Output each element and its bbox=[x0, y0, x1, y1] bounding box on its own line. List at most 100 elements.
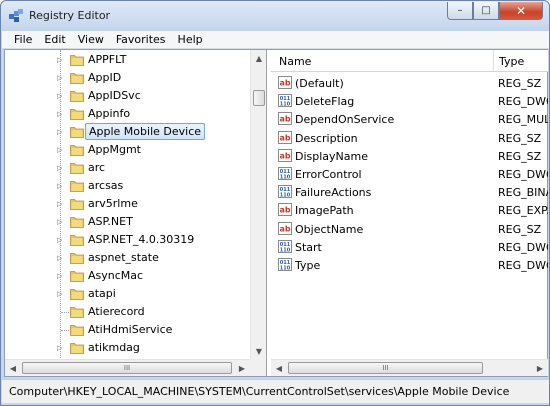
expand-arrow-icon[interactable]: ▷ bbox=[57, 344, 64, 352]
svg-text:ab: ab bbox=[279, 115, 290, 124]
tree-vertical-scroll-thumb[interactable] bbox=[253, 90, 265, 106]
tree-item[interactable]: ▷ arv5rlme bbox=[5, 195, 250, 213]
value-type: REG_DWORD bbox=[498, 95, 548, 109]
tree-item[interactable]: ▷ ASP.NET bbox=[5, 213, 250, 231]
expand-arrow-icon[interactable]: ▷ bbox=[57, 290, 64, 298]
value-row[interactable]: ab DependOnService REG_MULTI_SZ bbox=[271, 110, 548, 128]
expand-arrow-icon[interactable]: ▷ bbox=[57, 110, 64, 118]
value-row[interactable]: 011110ErrorControl REG_DWORD bbox=[271, 165, 548, 183]
tree-vertical-scrollbar[interactable]: ▲ ▼ bbox=[250, 50, 266, 359]
menu-favorites[interactable]: Favorites bbox=[110, 33, 172, 46]
tree-item-label[interactable]: arc bbox=[88, 161, 105, 174]
value-row[interactable]: 011110Start REG_DWORD bbox=[271, 238, 548, 256]
tree-item-label[interactable]: arcsas bbox=[88, 179, 123, 192]
menu-file[interactable]: File bbox=[8, 33, 38, 46]
folder-icon bbox=[70, 91, 84, 102]
tree-item[interactable]: ▷ ASP.NET_4.0.30319 bbox=[5, 231, 250, 249]
tree-item-label[interactable]: ASP.NET bbox=[88, 215, 133, 228]
value-type: REG_DWORD bbox=[498, 259, 548, 272]
value-type: REG_MULTI_SZ bbox=[498, 113, 548, 127]
scroll-left-arrow-icon[interactable]: ◀ bbox=[5, 360, 21, 376]
tree-item[interactable]: ▷ AppIDSvc bbox=[5, 87, 250, 105]
expand-arrow-icon[interactable]: ▷ bbox=[57, 74, 64, 82]
tree-item-label[interactable]: AppID bbox=[88, 71, 121, 84]
title-bar[interactable]: Registry Editor – □ ✕ bbox=[1, 1, 549, 31]
menu-view[interactable]: View bbox=[72, 33, 110, 46]
expand-arrow-icon[interactable]: ▷ bbox=[57, 182, 64, 190]
column-separator[interactable] bbox=[493, 50, 494, 72]
menu-help[interactable]: Help bbox=[172, 33, 209, 46]
value-name: Start bbox=[295, 240, 322, 254]
expand-arrow-icon[interactable]: ▷ bbox=[57, 272, 64, 280]
expand-arrow-icon[interactable]: ▷ bbox=[57, 164, 64, 172]
tree-item-label[interactable]: arv5rlme bbox=[88, 197, 138, 210]
tree-item[interactable]: ▷ Appinfo bbox=[5, 105, 250, 123]
value-row[interactable]: ab DisplayName REG_SZ bbox=[271, 147, 548, 165]
tree-horizontal-scrollbar[interactable]: ◀ III ▶ bbox=[5, 359, 250, 376]
tree-item[interactable]: ▷ arc bbox=[5, 159, 250, 177]
tree-item[interactable]: ▷ aspnet_state bbox=[5, 249, 250, 267]
tree-item[interactable]: ▷ atikmdag bbox=[5, 339, 250, 357]
tree-item-label[interactable]: AppMgmt bbox=[88, 143, 141, 156]
tree-item-label[interactable]: Atierecord bbox=[88, 305, 145, 318]
value-row[interactable]: 011110DeleteFlag REG_DWORD bbox=[271, 92, 548, 110]
expand-arrow-icon[interactable]: ▷ bbox=[57, 56, 64, 64]
expand-arrow-icon[interactable]: ▷ bbox=[57, 146, 64, 154]
value-type: REG_DWORD bbox=[498, 168, 548, 181]
expand-arrow-icon[interactable]: ▷ bbox=[57, 128, 64, 136]
tree-item-label[interactable]: AtiHdmiService bbox=[88, 323, 172, 336]
tree-item-label[interactable]: Appinfo bbox=[88, 107, 130, 120]
value-name: ErrorControl bbox=[295, 168, 362, 181]
tree-item[interactable]: ▷ AppID bbox=[5, 69, 250, 87]
expand-arrow-icon[interactable]: ▷ bbox=[57, 254, 64, 262]
svg-text:110: 110 bbox=[280, 193, 291, 199]
folder-icon bbox=[70, 163, 84, 174]
tree-item-label[interactable]: aspnet_state bbox=[88, 251, 159, 264]
value-row[interactable]: ab (Default) REG_SZ bbox=[271, 74, 548, 92]
scroll-down-arrow-icon[interactable]: ▼ bbox=[251, 343, 266, 359]
menu-edit[interactable]: Edit bbox=[38, 33, 71, 46]
scroll-up-arrow-icon[interactable]: ▲ bbox=[251, 50, 266, 66]
expand-arrow-icon[interactable]: ▷ bbox=[57, 200, 64, 208]
tree-horizontal-scroll-thumb[interactable]: III bbox=[22, 362, 232, 374]
minimize-button[interactable]: – bbox=[447, 2, 473, 20]
binary-value-icon: 011110 bbox=[278, 239, 292, 253]
tree-item[interactable]: ▷ Apple Mobile Device bbox=[5, 123, 250, 141]
values-horizontal-scroll-thumb[interactable]: III bbox=[288, 362, 483, 374]
value-row[interactable]: ab Description REG_SZ bbox=[271, 129, 548, 147]
tree-item-label-selected[interactable]: Apple Mobile Device bbox=[85, 123, 206, 140]
expand-arrow-icon[interactable]: ▷ bbox=[57, 218, 64, 226]
tree-item[interactable]: ▷ AppMgmt bbox=[5, 141, 250, 159]
tree-item-label[interactable]: AppIDSvc bbox=[88, 89, 141, 102]
key-tree-pane: ▷ APPFLT ▷ AppID ▷ AppIDSvc ▷ Appinfo ▷ Apple Mob… bbox=[5, 50, 267, 376]
close-button[interactable]: ✕ bbox=[499, 2, 543, 20]
scroll-left-arrow-icon[interactable]: ◀ bbox=[271, 360, 287, 376]
tree-item[interactable]: AtiHdmiService bbox=[5, 321, 250, 339]
tree-item-label[interactable]: AsyncMac bbox=[88, 269, 143, 282]
value-name: DependOnService bbox=[295, 113, 395, 127]
value-row[interactable]: 011110Type REG_DWORD bbox=[271, 256, 548, 274]
column-header-type[interactable]: Type bbox=[499, 55, 524, 68]
tree-item[interactable]: ▷ AsyncMac bbox=[5, 267, 250, 285]
column-header-name[interactable]: Name bbox=[279, 55, 311, 68]
tree-item[interactable]: ▷ atapi bbox=[5, 285, 250, 303]
tree-item-label[interactable]: atikmdag bbox=[88, 341, 140, 354]
tree-item[interactable]: ▷ arcsas bbox=[5, 177, 250, 195]
tree-item-label[interactable]: ASP.NET_4.0.30319 bbox=[88, 233, 194, 246]
expand-arrow-icon[interactable]: ▷ bbox=[57, 92, 64, 100]
value-row[interactable]: ab ImagePath REG_EXPAND_SZ bbox=[271, 201, 548, 219]
values-horizontal-scrollbar[interactable]: ◀ III ▶ bbox=[271, 359, 548, 376]
string-value-icon: ab bbox=[278, 148, 292, 162]
tree-item-label[interactable]: APPFLT bbox=[88, 53, 126, 66]
expand-arrow-icon[interactable]: ▷ bbox=[57, 236, 64, 244]
value-row[interactable]: ab ObjectName REG_SZ bbox=[271, 220, 548, 238]
tree-item[interactable]: ▷ APPFLT bbox=[5, 51, 250, 69]
value-row[interactable]: 011110FailureActions REG_BINARY bbox=[271, 183, 548, 201]
tree-item[interactable]: Atierecord bbox=[5, 303, 250, 321]
tree-item-label[interactable]: atapi bbox=[88, 287, 116, 300]
string-value-icon: ab bbox=[278, 203, 292, 217]
maximize-button[interactable]: □ bbox=[473, 2, 499, 20]
folder-icon bbox=[70, 289, 84, 300]
scroll-right-arrow-icon[interactable]: ▶ bbox=[532, 360, 548, 376]
scroll-right-arrow-icon[interactable]: ▶ bbox=[234, 360, 250, 376]
